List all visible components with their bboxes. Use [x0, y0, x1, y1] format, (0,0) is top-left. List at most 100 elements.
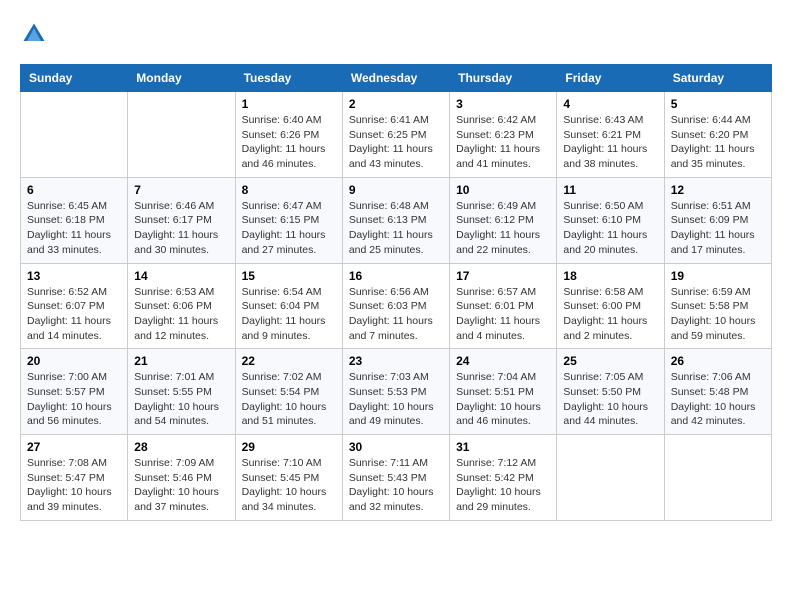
- calendar-week-row: 6 Sunrise: 6:45 AMSunset: 6:18 PMDaylight…: [21, 177, 772, 263]
- day-number: 2: [349, 97, 443, 111]
- day-number: 9: [349, 183, 443, 197]
- day-info: Sunrise: 6:58 AMSunset: 6:00 PMDaylight:…: [563, 285, 657, 344]
- day-info: Sunrise: 7:02 AMSunset: 5:54 PMDaylight:…: [242, 370, 336, 429]
- day-info: Sunrise: 7:04 AMSunset: 5:51 PMDaylight:…: [456, 370, 550, 429]
- day-number: 18: [563, 269, 657, 283]
- calendar-header-row: SundayMondayTuesdayWednesdayThursdayFrid…: [21, 65, 772, 92]
- day-number: 16: [349, 269, 443, 283]
- day-number: 11: [563, 183, 657, 197]
- day-number: 28: [134, 440, 228, 454]
- calendar-cell: 13 Sunrise: 6:52 AMSunset: 6:07 PMDayligh…: [21, 263, 128, 349]
- calendar-cell: 19 Sunrise: 6:59 AMSunset: 5:58 PMDayligh…: [664, 263, 771, 349]
- day-number: 26: [671, 354, 765, 368]
- day-number: 13: [27, 269, 121, 283]
- day-number: 25: [563, 354, 657, 368]
- day-number: 27: [27, 440, 121, 454]
- day-number: 4: [563, 97, 657, 111]
- day-info: Sunrise: 6:59 AMSunset: 5:58 PMDaylight:…: [671, 285, 765, 344]
- day-info: Sunrise: 7:12 AMSunset: 5:42 PMDaylight:…: [456, 456, 550, 515]
- day-info: Sunrise: 6:56 AMSunset: 6:03 PMDaylight:…: [349, 285, 443, 344]
- calendar-cell: 12 Sunrise: 6:51 AMSunset: 6:09 PMDayligh…: [664, 177, 771, 263]
- day-info: Sunrise: 6:48 AMSunset: 6:13 PMDaylight:…: [349, 199, 443, 258]
- calendar-cell: 25Sunrise: 7:05 AMSunset: 5:50 PMDayligh…: [557, 349, 664, 435]
- calendar-cell: 3 Sunrise: 6:42 AMSunset: 6:23 PMDaylight…: [450, 92, 557, 178]
- calendar-week-row: 20Sunrise: 7:00 AMSunset: 5:57 PMDayligh…: [21, 349, 772, 435]
- day-number: 6: [27, 183, 121, 197]
- day-number: 21: [134, 354, 228, 368]
- day-number: 24: [456, 354, 550, 368]
- day-info: Sunrise: 6:41 AMSunset: 6:25 PMDaylight:…: [349, 113, 443, 172]
- day-number: 8: [242, 183, 336, 197]
- calendar-cell: 31 Sunrise: 7:12 AMSunset: 5:42 PMDayligh…: [450, 435, 557, 521]
- weekday-header: Friday: [557, 65, 664, 92]
- calendar-cell: 17 Sunrise: 6:57 AMSunset: 6:01 PMDayligh…: [450, 263, 557, 349]
- day-number: 29: [242, 440, 336, 454]
- day-info: Sunrise: 6:52 AMSunset: 6:07 PMDaylight:…: [27, 285, 121, 344]
- day-info: Sunrise: 7:11 AMSunset: 5:43 PMDaylight:…: [349, 456, 443, 515]
- day-info: Sunrise: 6:51 AMSunset: 6:09 PMDaylight:…: [671, 199, 765, 258]
- day-number: 31: [456, 440, 550, 454]
- calendar-cell: [128, 92, 235, 178]
- weekday-header: Saturday: [664, 65, 771, 92]
- calendar-cell: 1 Sunrise: 6:40 AMSunset: 6:26 PMDaylight…: [235, 92, 342, 178]
- day-info: Sunrise: 7:10 AMSunset: 5:45 PMDaylight:…: [242, 456, 336, 515]
- day-number: 17: [456, 269, 550, 283]
- day-info: Sunrise: 6:47 AMSunset: 6:15 PMDaylight:…: [242, 199, 336, 258]
- calendar-cell: 15Sunrise: 6:54 AMSunset: 6:04 PMDayligh…: [235, 263, 342, 349]
- calendar-table: SundayMondayTuesdayWednesdayThursdayFrid…: [20, 64, 772, 521]
- calendar-cell: 22 Sunrise: 7:02 AMSunset: 5:54 PMDayligh…: [235, 349, 342, 435]
- calendar-cell: 28 Sunrise: 7:09 AMSunset: 5:46 PMDayligh…: [128, 435, 235, 521]
- calendar-cell: 6 Sunrise: 6:45 AMSunset: 6:18 PMDaylight…: [21, 177, 128, 263]
- day-info: Sunrise: 6:42 AMSunset: 6:23 PMDaylight:…: [456, 113, 550, 172]
- day-info: Sunrise: 7:08 AMSunset: 5:47 PMDaylight:…: [27, 456, 121, 515]
- calendar-cell: 10Sunrise: 6:49 AMSunset: 6:12 PMDayligh…: [450, 177, 557, 263]
- day-info: Sunrise: 7:00 AMSunset: 5:57 PMDaylight:…: [27, 370, 121, 429]
- calendar-cell: 20Sunrise: 7:00 AMSunset: 5:57 PMDayligh…: [21, 349, 128, 435]
- day-number: 5: [671, 97, 765, 111]
- day-info: Sunrise: 7:09 AMSunset: 5:46 PMDaylight:…: [134, 456, 228, 515]
- calendar-cell: 8 Sunrise: 6:47 AMSunset: 6:15 PMDaylight…: [235, 177, 342, 263]
- day-info: Sunrise: 6:45 AMSunset: 6:18 PMDaylight:…: [27, 199, 121, 258]
- calendar-cell: 11 Sunrise: 6:50 AMSunset: 6:10 PMDayligh…: [557, 177, 664, 263]
- calendar-cell: 5 Sunrise: 6:44 AMSunset: 6:20 PMDaylight…: [664, 92, 771, 178]
- weekday-header: Thursday: [450, 65, 557, 92]
- day-info: Sunrise: 6:49 AMSunset: 6:12 PMDaylight:…: [456, 199, 550, 258]
- day-info: Sunrise: 7:03 AMSunset: 5:53 PMDaylight:…: [349, 370, 443, 429]
- calendar-cell: 16 Sunrise: 6:56 AMSunset: 6:03 PMDayligh…: [342, 263, 449, 349]
- day-info: Sunrise: 6:57 AMSunset: 6:01 PMDaylight:…: [456, 285, 550, 344]
- day-info: Sunrise: 6:40 AMSunset: 6:26 PMDaylight:…: [242, 113, 336, 172]
- calendar-cell: 18 Sunrise: 6:58 AMSunset: 6:00 PMDayligh…: [557, 263, 664, 349]
- calendar-cell: 14Sunrise: 6:53 AMSunset: 6:06 PMDayligh…: [128, 263, 235, 349]
- day-number: 22: [242, 354, 336, 368]
- weekday-header: Wednesday: [342, 65, 449, 92]
- calendar-cell: 7 Sunrise: 6:46 AMSunset: 6:17 PMDaylight…: [128, 177, 235, 263]
- day-number: 30: [349, 440, 443, 454]
- day-number: 3: [456, 97, 550, 111]
- calendar-week-row: 13 Sunrise: 6:52 AMSunset: 6:07 PMDayligh…: [21, 263, 772, 349]
- day-number: 7: [134, 183, 228, 197]
- calendar-cell: 29 Sunrise: 7:10 AMSunset: 5:45 PMDayligh…: [235, 435, 342, 521]
- day-info: Sunrise: 6:50 AMSunset: 6:10 PMDaylight:…: [563, 199, 657, 258]
- day-info: Sunrise: 6:43 AMSunset: 6:21 PMDaylight:…: [563, 113, 657, 172]
- calendar-cell: 9 Sunrise: 6:48 AMSunset: 6:13 PMDaylight…: [342, 177, 449, 263]
- calendar-cell: 2 Sunrise: 6:41 AMSunset: 6:25 PMDaylight…: [342, 92, 449, 178]
- calendar-cell: 23Sunrise: 7:03 AMSunset: 5:53 PMDayligh…: [342, 349, 449, 435]
- day-number: 19: [671, 269, 765, 283]
- day-number: 12: [671, 183, 765, 197]
- logo-icon: [20, 20, 48, 48]
- weekday-header: Sunday: [21, 65, 128, 92]
- day-info: Sunrise: 7:06 AMSunset: 5:48 PMDaylight:…: [671, 370, 765, 429]
- day-info: Sunrise: 6:46 AMSunset: 6:17 PMDaylight:…: [134, 199, 228, 258]
- calendar-week-row: 1 Sunrise: 6:40 AMSunset: 6:26 PMDaylight…: [21, 92, 772, 178]
- page-header: [20, 20, 772, 48]
- weekday-header: Monday: [128, 65, 235, 92]
- calendar-cell: 21Sunrise: 7:01 AMSunset: 5:55 PMDayligh…: [128, 349, 235, 435]
- day-info: Sunrise: 6:44 AMSunset: 6:20 PMDaylight:…: [671, 113, 765, 172]
- calendar-cell: 24 Sunrise: 7:04 AMSunset: 5:51 PMDayligh…: [450, 349, 557, 435]
- day-info: Sunrise: 6:54 AMSunset: 6:04 PMDaylight:…: [242, 285, 336, 344]
- calendar-cell: 30 Sunrise: 7:11 AMSunset: 5:43 PMDayligh…: [342, 435, 449, 521]
- calendar-cell: 4 Sunrise: 6:43 AMSunset: 6:21 PMDaylight…: [557, 92, 664, 178]
- day-number: 1: [242, 97, 336, 111]
- day-number: 14: [134, 269, 228, 283]
- calendar-cell: 27 Sunrise: 7:08 AMSunset: 5:47 PMDayligh…: [21, 435, 128, 521]
